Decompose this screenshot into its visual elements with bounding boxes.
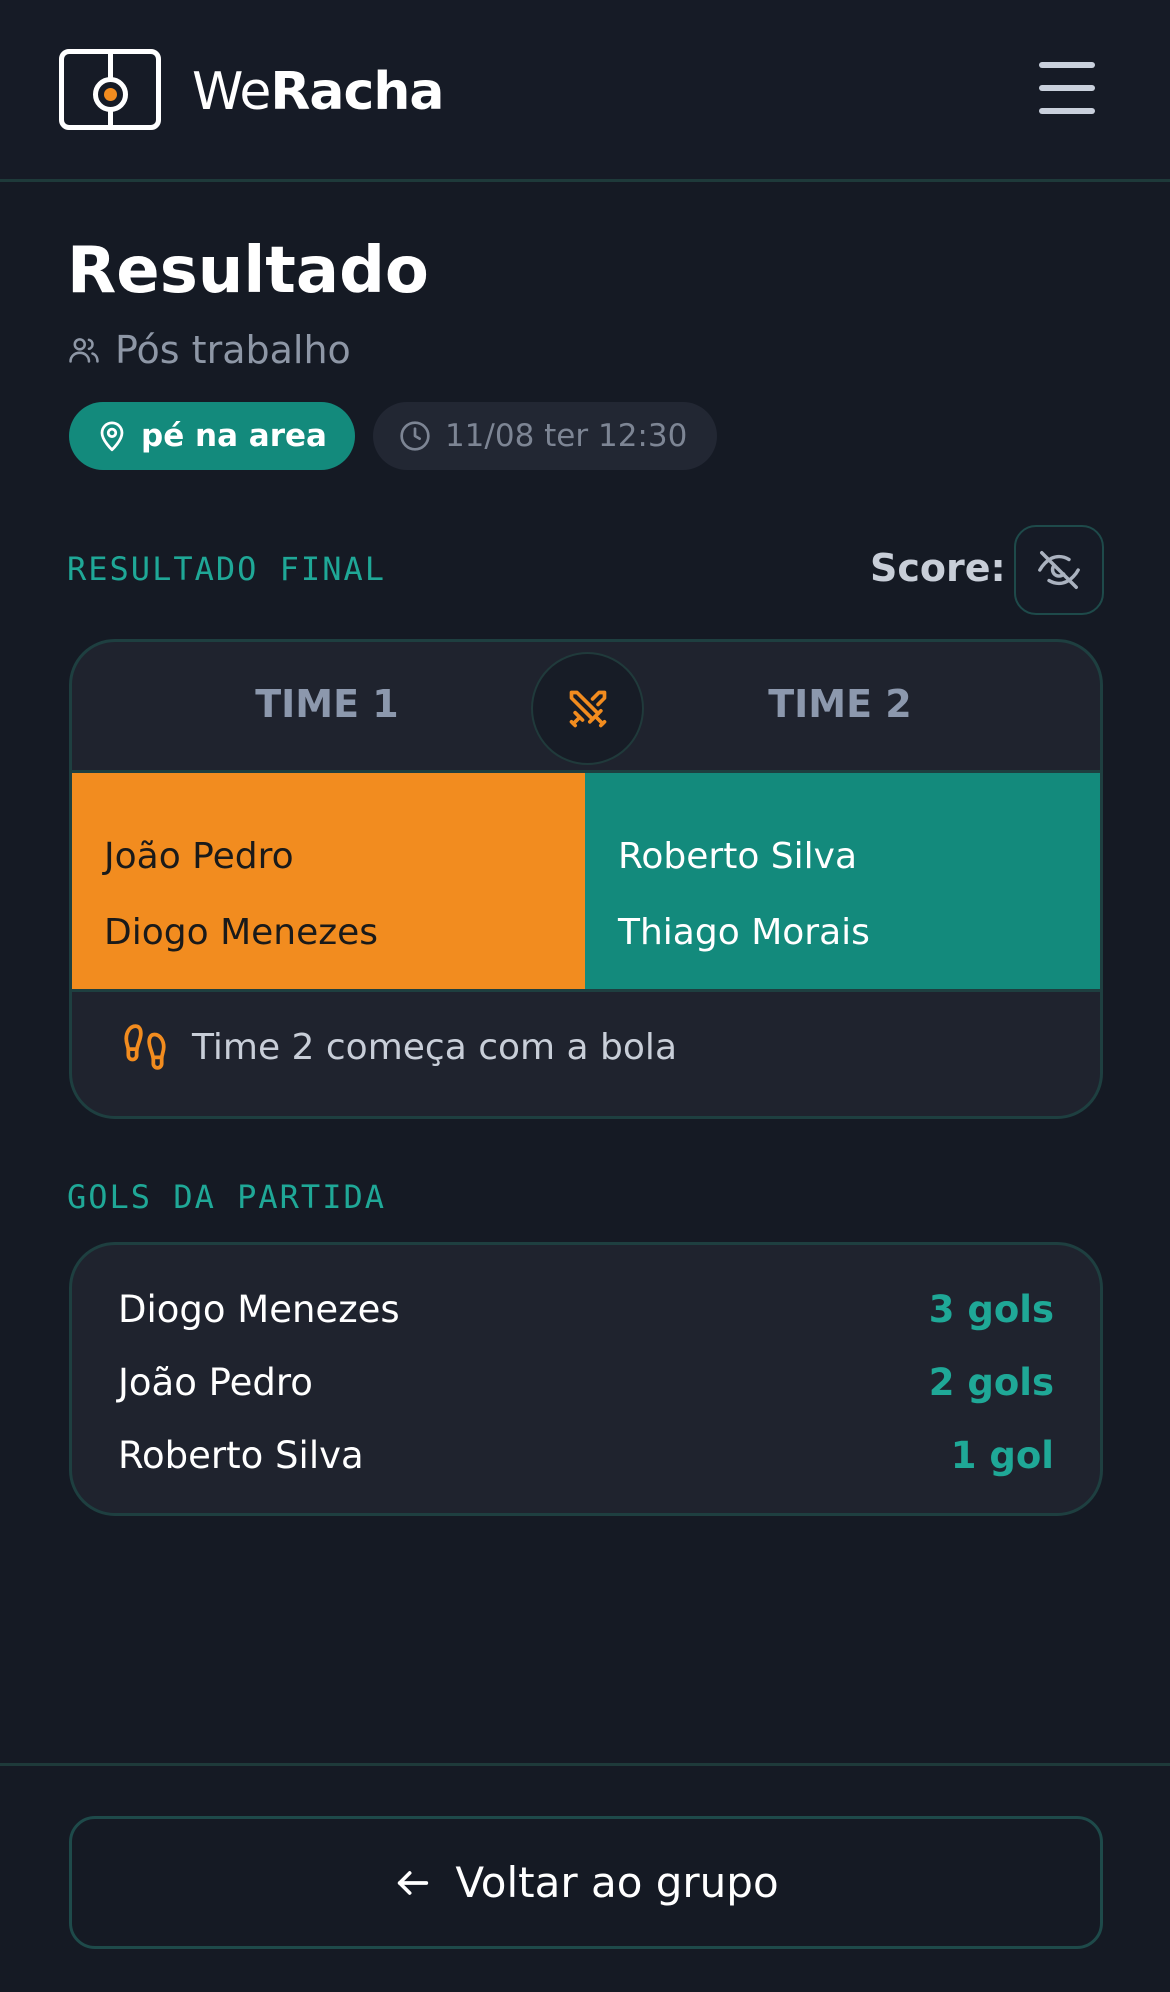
team1-player: João Pedro xyxy=(104,836,294,877)
clock-icon xyxy=(400,421,430,451)
arrow-left-icon xyxy=(398,1870,429,1895)
team1-name: TIME 1 xyxy=(255,682,399,726)
bottom-bar: Voltar ao grupo xyxy=(0,1763,1170,1992)
brand-text-bold: Racha xyxy=(270,62,444,122)
datetime-text: 11/08 ter 12:30 xyxy=(444,418,688,454)
team2-roster: Roberto Silva Thiago Morais xyxy=(585,773,1100,989)
location-chip[interactable]: pé na area xyxy=(69,402,355,470)
score-visibility-toggle[interactable] xyxy=(1014,525,1104,615)
result-section-label: RESULTADO FINAL xyxy=(67,550,386,588)
teams-header: TIME 1 TIME 2 xyxy=(72,642,1100,770)
scorer-name: Roberto Silva xyxy=(118,1434,364,1477)
users-icon xyxy=(69,338,99,363)
kickoff-text: Time 2 começa com a bola xyxy=(192,1026,677,1068)
scorer-name: Diogo Menezes xyxy=(118,1288,400,1331)
kickoff-info: Time 2 começa com a bola xyxy=(120,1022,677,1072)
goal-row: Roberto Silva 1 gol xyxy=(118,1419,1054,1492)
goals-section-label: GOLS DA PARTIDA xyxy=(67,1178,386,1216)
crossed-swords-icon xyxy=(569,690,606,727)
team1-roster: João Pedro Diogo Menezes xyxy=(72,773,585,989)
goal-count: 1 gol xyxy=(950,1434,1054,1477)
team1-player: Diogo Menezes xyxy=(104,912,379,953)
brand-logo[interactable]: WeRacha xyxy=(192,62,444,122)
top-header: WeRacha xyxy=(0,0,1170,182)
footprints-icon xyxy=(124,1024,166,1070)
goal-count: 3 gols xyxy=(928,1288,1054,1331)
datetime-chip: 11/08 ter 12:30 xyxy=(372,402,718,470)
team2-player: Roberto Silva xyxy=(618,836,858,877)
app-root: WeRacha Resultado Pós trabalho pé na are… xyxy=(0,0,1170,1992)
page-title: Resultado xyxy=(67,234,429,308)
scorer-name: João Pedro xyxy=(118,1361,313,1404)
goals-card: Diogo Menezes 3 gols João Pedro 2 gols R… xyxy=(69,1242,1103,1516)
eye-off-icon xyxy=(1038,551,1080,589)
goal-row: Diogo Menezes 3 gols xyxy=(118,1273,1054,1346)
hamburger-menu-icon[interactable] xyxy=(1035,58,1097,118)
brand-text-light: We xyxy=(192,62,271,122)
back-to-group-button[interactable]: Voltar ao grupo xyxy=(69,1816,1103,1949)
group-name-row: Pós trabalho xyxy=(67,325,351,375)
map-pin-icon xyxy=(100,421,124,452)
location-text: pé na area xyxy=(141,418,327,454)
versus-badge xyxy=(531,652,644,765)
score-label: Score: xyxy=(870,546,1006,590)
goal-row: João Pedro 2 gols xyxy=(118,1346,1054,1419)
match-result-card: TIME 1 TIME 2 João Pedro Diogo Menezes R… xyxy=(69,639,1103,1119)
soccer-field-icon[interactable] xyxy=(59,49,161,130)
team2-name: TIME 2 xyxy=(768,682,912,726)
goal-count: 2 gols xyxy=(928,1361,1054,1404)
back-button-label: Voltar ao grupo xyxy=(455,1858,779,1907)
team-rosters: João Pedro Diogo Menezes Roberto Silva T… xyxy=(72,770,1100,992)
group-name: Pós trabalho xyxy=(115,328,351,372)
match-info-chips: pé na area 11/08 ter 12:30 xyxy=(69,402,718,470)
team2-player: Thiago Morais xyxy=(618,912,870,953)
